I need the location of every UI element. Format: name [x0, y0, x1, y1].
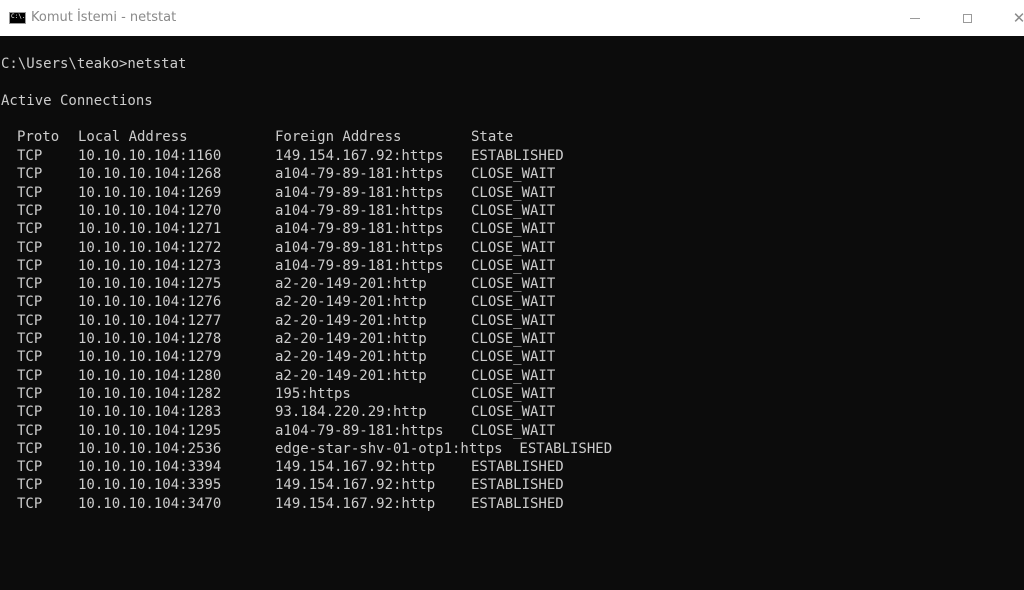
cell-local-address: 10.10.10.104:3394: [78, 459, 222, 475]
cell-proto: TCP: [17, 258, 43, 274]
cell-proto: TCP: [17, 276, 43, 292]
cell-foreign-address: a2-20-149-201:http: [275, 313, 427, 329]
cell-proto: TCP: [17, 496, 43, 512]
cell-foreign-address: a104-79-89-181:https: [275, 166, 444, 182]
cell-local-address: 10.10.10.104:1279: [78, 349, 222, 365]
cell-local-address: 10.10.10.104:1282: [78, 386, 222, 402]
cell-local-address: 10.10.10.104:1276: [78, 294, 222, 310]
cell-foreign-address: edge-star-shv-01-otp1:https ESTABLISHED: [275, 441, 613, 457]
cell-foreign-address: a104-79-89-181:https: [275, 240, 444, 256]
command-prompt-window: C:\. Komut İstemi - netstat ✕ C:\Users\t…: [0, 0, 1024, 590]
cell-state: ESTABLISHED: [471, 496, 564, 512]
cell-state: CLOSE_WAIT: [471, 423, 556, 439]
cell-local-address: 10.10.10.104:1271: [78, 221, 222, 237]
cell-foreign-address: a104-79-89-181:https: [275, 203, 444, 219]
section-heading: Active Connections: [1, 93, 153, 109]
close-button[interactable]: ✕: [996, 0, 1024, 36]
cell-foreign-address: 149.154.167.92:https: [275, 148, 444, 164]
cell-proto: TCP: [17, 331, 43, 347]
cell-proto: TCP: [17, 294, 43, 310]
cell-foreign-address: a2-20-149-201:http: [275, 331, 427, 347]
cell-state: ESTABLISHED: [471, 459, 564, 475]
cell-proto: TCP: [17, 313, 43, 329]
cell-local-address: 10.10.10.104:3395: [78, 477, 222, 493]
cell-state: CLOSE_WAIT: [471, 203, 556, 219]
cell-state: CLOSE_WAIT: [471, 331, 556, 347]
cell-proto: TCP: [17, 441, 43, 457]
cell-foreign-address: 195:https: [275, 386, 351, 402]
cell-foreign-address: 93.184.220.29:http: [275, 404, 427, 420]
cell-state: CLOSE_WAIT: [471, 368, 556, 384]
title-bar[interactable]: C:\. Komut İstemi - netstat ✕: [0, 0, 1024, 36]
cell-local-address: 10.10.10.104:1273: [78, 258, 222, 274]
cell-local-address: 10.10.10.104:1269: [78, 185, 222, 201]
cell-local-address: 10.10.10.104:1270: [78, 203, 222, 219]
cell-proto: TCP: [17, 459, 43, 475]
cell-proto: TCP: [17, 404, 43, 420]
cell-local-address: 10.10.10.104:1280: [78, 368, 222, 384]
console-output[interactable]: C:\Users\teako>netstat Active Connection…: [0, 36, 1024, 590]
cell-foreign-address: 149.154.167.92:http: [275, 496, 436, 512]
cell-local-address: 10.10.10.104:1278: [78, 331, 222, 347]
cell-foreign-address: a2-20-149-201:http: [275, 368, 427, 384]
cell-local-address: 10.10.10.104:3470: [78, 496, 222, 512]
cell-state: CLOSE_WAIT: [471, 221, 556, 237]
cell-state: CLOSE_WAIT: [471, 313, 556, 329]
cell-proto: TCP: [17, 166, 43, 182]
minimize-button[interactable]: [892, 0, 938, 36]
cell-proto: TCP: [17, 240, 43, 256]
cell-proto: TCP: [17, 185, 43, 201]
maximize-button[interactable]: [944, 0, 990, 36]
cell-state: CLOSE_WAIT: [471, 386, 556, 402]
cmd-app-icon[interactable]: C:\.: [9, 12, 26, 24]
cell-state: CLOSE_WAIT: [471, 240, 556, 256]
window-title: Komut İstemi - netstat: [31, 10, 177, 25]
cell-state: CLOSE_WAIT: [471, 166, 556, 182]
cell-foreign-address: a104-79-89-181:https: [275, 185, 444, 201]
cell-foreign-address: a2-20-149-201:http: [275, 349, 427, 365]
cell-local-address: 10.10.10.104:1268: [78, 166, 222, 182]
cell-local-address: 10.10.10.104:1277: [78, 313, 222, 329]
header-proto: Proto: [17, 129, 60, 145]
cell-foreign-address: 149.154.167.92:http: [275, 477, 436, 493]
cell-local-address: 10.10.10.104:1283: [78, 404, 222, 420]
cell-foreign-address: a104-79-89-181:https: [275, 221, 444, 237]
cell-local-address: 10.10.10.104:1160: [78, 148, 222, 164]
cell-state: CLOSE_WAIT: [471, 185, 556, 201]
cell-local-address: 10.10.10.104:1272: [78, 240, 222, 256]
cell-local-address: 10.10.10.104:2536: [78, 441, 222, 457]
cell-state: ESTABLISHED: [471, 148, 564, 164]
cell-proto: TCP: [17, 386, 43, 402]
cell-foreign-address: a104-79-89-181:https: [275, 258, 444, 274]
header-foreign-address: Foreign Address: [275, 129, 402, 145]
cell-foreign-address: a2-20-149-201:http: [275, 276, 427, 292]
cell-proto: TCP: [17, 203, 43, 219]
cell-proto: TCP: [17, 221, 43, 237]
cell-foreign-address: 149.154.167.92:http: [275, 459, 436, 475]
cell-local-address: 10.10.10.104:1275: [78, 276, 222, 292]
cell-foreign-address: a2-20-149-201:http: [275, 294, 427, 310]
cell-state: CLOSE_WAIT: [471, 276, 556, 292]
cell-state: CLOSE_WAIT: [471, 404, 556, 420]
cell-proto: TCP: [17, 349, 43, 365]
cell-state: CLOSE_WAIT: [471, 294, 556, 310]
cell-foreign-address: a104-79-89-181:https: [275, 423, 444, 439]
header-local-address: Local Address: [78, 129, 188, 145]
cell-proto: TCP: [17, 423, 43, 439]
close-icon: ✕: [1012, 8, 1024, 27]
cell-state: CLOSE_WAIT: [471, 258, 556, 274]
cell-state: CLOSE_WAIT: [471, 349, 556, 365]
header-state: State: [471, 129, 514, 145]
minimize-icon: [910, 17, 920, 19]
cell-state: ESTABLISHED: [471, 477, 564, 493]
maximize-icon: [962, 13, 972, 23]
prompt-line: C:\Users\teako>netstat: [1, 56, 187, 72]
cell-proto: TCP: [17, 368, 43, 384]
cell-proto: TCP: [17, 148, 43, 164]
cell-local-address: 10.10.10.104:1295: [78, 423, 222, 439]
cell-proto: TCP: [17, 477, 43, 493]
